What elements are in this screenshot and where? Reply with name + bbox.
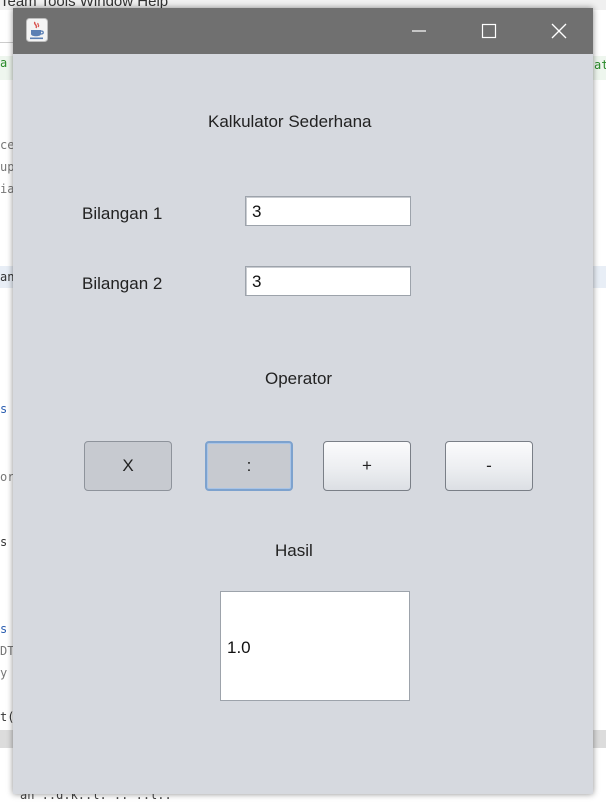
minimize-button[interactable] [387, 8, 451, 54]
java-coffee-cup-icon [26, 18, 48, 42]
subtract-button[interactable]: - [445, 441, 533, 491]
bilangan2-input[interactable]: 3 [245, 266, 411, 296]
close-button[interactable] [527, 8, 591, 54]
multiply-button[interactable]: X [84, 441, 172, 491]
calculator-window: Kalkulator Sederhana Bilangan 1 3 Bilang… [13, 8, 593, 794]
code-fragment: DT [0, 644, 14, 658]
hasil-label: Hasil [275, 541, 313, 560]
page-title: Kalkulator Sederhana [208, 112, 372, 131]
divide-button[interactable]: : [205, 441, 293, 491]
bilangan1-input[interactable]: 3 [245, 196, 411, 226]
code-fragment: t( [0, 710, 14, 724]
calculator-form: Kalkulator Sederhana Bilangan 1 3 Bilang… [13, 54, 593, 794]
code-fragment: or [0, 470, 14, 484]
code-fragment: s [0, 622, 8, 636]
code-fragment: ia [0, 182, 14, 196]
code-fragment: an [0, 270, 14, 284]
hasil-value: 1.0 [227, 638, 251, 657]
code-fragment: at2 [594, 58, 606, 72]
operator-label: Operator [265, 369, 333, 388]
code-fragment: s [0, 535, 8, 549]
ide-editor-right-edge: at2 [592, 10, 606, 802]
ide-editor-left-edge: ce up ia an s or s s DT y t( [0, 10, 14, 802]
close-icon [551, 23, 567, 39]
code-fragment: a [0, 56, 8, 70]
code-fragment: s [0, 402, 8, 416]
bilangan1-label: Bilangan 1 [82, 204, 163, 223]
code-fragment: up [0, 160, 14, 174]
code-fragment: y [0, 666, 8, 680]
maximize-button[interactable] [457, 8, 521, 54]
add-button[interactable]: + [323, 441, 411, 491]
maximize-icon [481, 23, 497, 39]
window-titlebar[interactable] [13, 8, 593, 54]
code-fragment: ce [0, 138, 14, 152]
minimize-icon [412, 30, 426, 32]
hasil-output[interactable]: 1.0 [220, 591, 410, 701]
bilangan2-label: Bilangan 2 [82, 274, 163, 293]
